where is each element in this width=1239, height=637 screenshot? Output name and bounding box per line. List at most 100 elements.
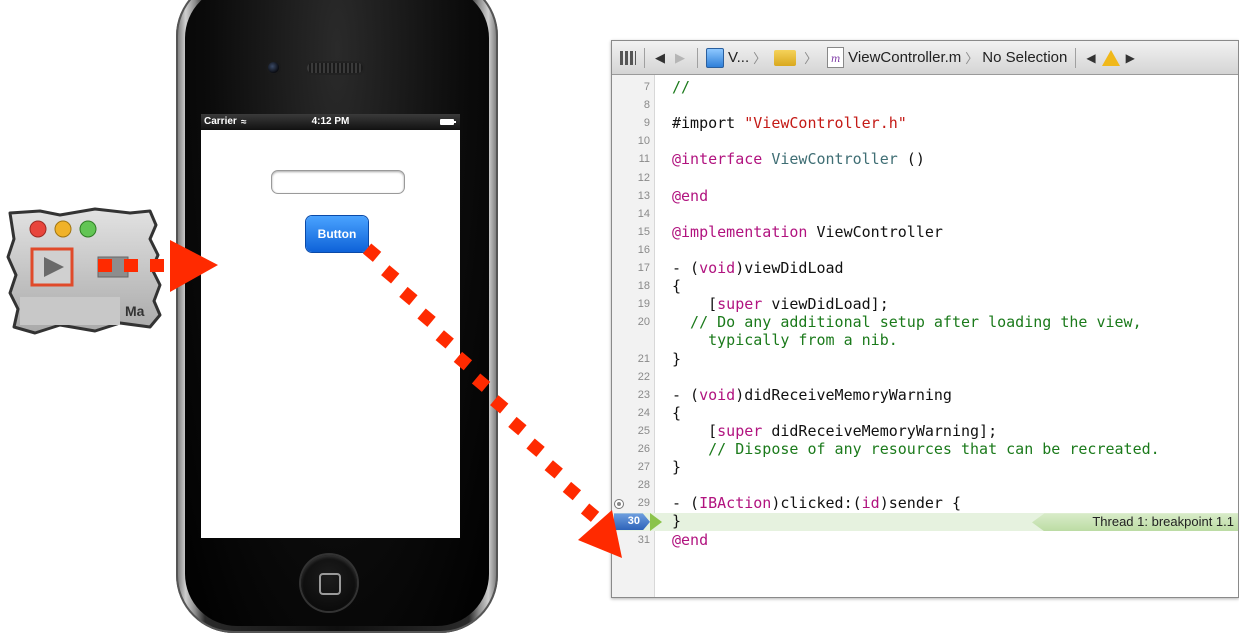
back-arrow-icon[interactable]: ◀	[655, 50, 665, 66]
next-issue-icon[interactable]: ▶	[1126, 51, 1135, 65]
file-breadcrumb[interactable]: ViewController.m	[848, 49, 961, 66]
code-token: IBAction	[699, 494, 772, 513]
program-counter-icon	[650, 513, 662, 532]
breakpoint-marker[interactable]: 30	[614, 513, 650, 531]
selection-breadcrumb[interactable]: No Selection	[982, 49, 1067, 66]
m-file-icon: m	[827, 47, 845, 68]
line-number: 26	[637, 443, 650, 455]
code-text: // Dispose of any resources that can be …	[672, 440, 1160, 458]
line-number: 12	[637, 171, 650, 184]
related-items-icon[interactable]	[620, 50, 636, 65]
folder-icon[interactable]	[774, 49, 797, 66]
code-text: {	[672, 404, 681, 422]
line-number: 18	[637, 280, 650, 293]
line-number: 23	[637, 388, 650, 401]
zoom-light-icon[interactable]	[79, 220, 97, 238]
code-text: - (IBAction)clicked:(id)sender {	[672, 494, 961, 512]
code-token: - (	[672, 385, 700, 404]
clock-label: 4:12 PM	[311, 116, 350, 127]
line-number: 13	[637, 189, 650, 202]
code-token: void	[699, 259, 736, 277]
line-number: 27	[637, 461, 650, 474]
project-breadcrumb[interactable]: V...	[728, 49, 749, 66]
code-line[interactable]: 23 - (void)didReceiveMemoryWarning	[612, 386, 1238, 405]
minimize-light-icon[interactable]	[54, 220, 72, 238]
divider	[697, 47, 698, 68]
code-area[interactable]: 7 // 8 9 #import "ViewController.h" 10 11 @inte…	[612, 75, 1238, 597]
line-number: 19	[637, 298, 650, 311]
code-line[interactable]: 16	[612, 242, 1238, 260]
code-token: // Do any additional setup after loading…	[672, 313, 1142, 332]
chevron-right-icon: 〉	[804, 51, 818, 66]
line-number: 16	[637, 243, 650, 256]
code-text: - (void)viewDidLoad	[672, 259, 844, 277]
code-token: )sender {	[879, 494, 961, 513]
code-token: @end	[672, 530, 709, 549]
stop-button-icon[interactable]	[97, 256, 129, 278]
line-number: 31	[637, 533, 650, 546]
ios-button[interactable]: Button	[306, 216, 368, 252]
code-text: // Do any additional setup after loading…	[672, 313, 1142, 331]
code-line[interactable]: 21}	[612, 350, 1238, 369]
code-token: [	[672, 421, 718, 440]
code-line[interactable]: 9 #import "ViewController.h"	[612, 114, 1238, 133]
code-token: ()	[897, 150, 925, 169]
chevron-right-icon: 〉	[753, 51, 767, 66]
code-line[interactable]: 26 // Dispose of any resources that can …	[612, 440, 1238, 459]
code-line[interactable]: 30} Thread 1: breakpoint 1.1	[612, 512, 1238, 532]
code-line[interactable]: 29- (IBAction)clicked:(id)sender {	[612, 494, 1238, 513]
code-line[interactable]: 24 {	[612, 404, 1238, 423]
code-line[interactable]: 18 {	[612, 277, 1238, 296]
code-line[interactable]: 28	[612, 477, 1238, 495]
line-number: 20	[637, 316, 650, 329]
code-line[interactable]: typically from a nib.	[612, 331, 1238, 350]
code-token: )didReceiveMemoryWarning	[735, 385, 952, 404]
line-number: 8	[643, 99, 650, 112]
iphone-screen: Carrier ≈ 4:12 PM Button	[201, 114, 460, 538]
forward-arrow-icon[interactable]: ▶	[675, 50, 685, 66]
code-text: }	[672, 458, 681, 476]
jump-bar: ◀ ▶ V... 〉 〉 m ViewController.m 〉 No Sel…	[612, 41, 1238, 75]
code-line[interactable]: 31 @end	[612, 530, 1238, 550]
code-line[interactable]: 13 @end	[612, 187, 1238, 206]
text-input[interactable]	[271, 170, 405, 194]
code-token: )clicked:(	[771, 494, 862, 513]
close-light-icon[interactable]	[29, 220, 47, 238]
previous-issue-icon[interactable]: ◀	[1086, 51, 1095, 65]
mac-window-snippet: Ma	[0, 205, 180, 345]
code-text: @interface ViewController ()	[672, 150, 925, 168]
code-line[interactable]: 25 [super didReceiveMemoryWarning];	[612, 421, 1238, 441]
code-token: id	[861, 494, 880, 513]
code-token: viewDidLoad];	[762, 295, 889, 314]
code-token: {	[672, 403, 682, 422]
status-bar: Carrier ≈ 4:12 PM	[201, 114, 460, 130]
code-line[interactable]: 10	[612, 133, 1238, 151]
code-token: super	[717, 421, 763, 440]
code-text: - (void)didReceiveMemoryWarning	[672, 386, 952, 404]
warning-icon[interactable]	[1101, 49, 1120, 66]
code-line[interactable]: 8	[612, 97, 1238, 115]
home-button[interactable]	[301, 555, 357, 611]
code-token: ViewController	[816, 222, 943, 241]
code-token: {	[672, 277, 682, 296]
project-icon	[706, 47, 724, 68]
code-line[interactable]: 19 [super viewDidLoad];	[612, 295, 1238, 314]
code-line[interactable]: 17 - (void)viewDidLoad	[612, 259, 1238, 278]
code-line[interactable]: 22	[612, 369, 1238, 387]
code-token: }	[672, 512, 682, 531]
code-line[interactable]: 14	[612, 206, 1238, 224]
code-line[interactable]: 20 // Do any additional setup after load…	[612, 313, 1238, 332]
code-line[interactable]: 11 @interface ViewController ()	[612, 150, 1238, 169]
code-line[interactable]: 12	[612, 170, 1238, 188]
code-text: #import "ViewController.h"	[672, 114, 907, 132]
xcode-editor: ◀ ▶ V... 〉 〉 m ViewController.m 〉 No Sel…	[611, 40, 1239, 598]
line-number: 28	[637, 479, 650, 492]
code-token: // Dispose of any resources that can be …	[672, 440, 1160, 458]
code-token: #import	[672, 114, 745, 133]
code-token: )viewDidLoad	[735, 259, 844, 277]
code-text: [super viewDidLoad];	[672, 295, 889, 313]
code-line[interactable]: 27}	[612, 458, 1238, 477]
code-token: @implementation	[672, 222, 817, 241]
code-line[interactable]: 7 //	[612, 78, 1238, 97]
code-line[interactable]: 15 @implementation ViewController	[612, 222, 1238, 242]
